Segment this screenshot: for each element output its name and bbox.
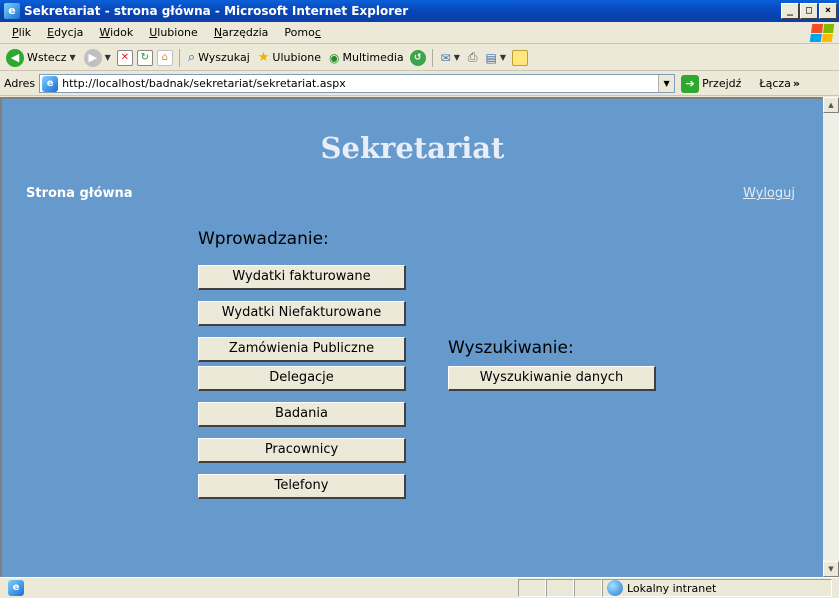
- minimize-button[interactable]: _: [781, 3, 799, 19]
- address-label: Adres: [4, 77, 36, 90]
- search-button[interactable]: ⌕ Wyszukaj: [186, 50, 252, 65]
- employees-button[interactable]: Pracownicy: [198, 438, 406, 463]
- delegations-button[interactable]: Delegacje: [198, 366, 406, 391]
- status-panel: [574, 579, 602, 597]
- address-input[interactable]: e http://localhost/badnak/sekretariat/se…: [39, 74, 676, 93]
- zone-label: Lokalny intranet: [627, 581, 717, 595]
- home-icon[interactable]: ⌂: [156, 49, 173, 66]
- mail-button[interactable]: ✉ ▼: [439, 51, 462, 65]
- print-icon: ⎙: [467, 50, 478, 64]
- go-arrow-icon: ➔: [681, 74, 700, 93]
- status-panel: [518, 579, 546, 597]
- search-label: Wyszukaj: [198, 51, 250, 64]
- links-label: Łącza: [759, 77, 791, 90]
- menu-file[interactable]: Plik: [4, 26, 39, 39]
- mail-dropdown-icon[interactable]: ▼: [454, 53, 460, 62]
- go-button[interactable]: ➔ Przejdź: [681, 74, 742, 93]
- logout-link[interactable]: Wyloguj: [743, 186, 795, 201]
- status-panel: [546, 579, 574, 597]
- maximize-button[interactable]: □: [800, 3, 818, 19]
- address-url[interactable]: http://localhost/badnak/sekretariat/sekr…: [62, 77, 346, 90]
- star-icon: ★: [257, 50, 270, 65]
- stop-icon[interactable]: ✕: [116, 49, 133, 66]
- menu-favorites[interactable]: Ulubione: [141, 26, 206, 39]
- menu-tools[interactable]: Narzędzia: [206, 26, 277, 39]
- search-heading: Wyszukiwanie:: [448, 338, 574, 358]
- expenses-non-invoiced-button[interactable]: Wydatki Niefakturowane: [198, 301, 406, 326]
- menu-help[interactable]: Pomoc: [276, 26, 328, 39]
- page-icon: e: [42, 75, 59, 92]
- intranet-globe-icon: [607, 580, 623, 596]
- address-bar: Adres e http://localhost/badnak/sekretar…: [0, 72, 839, 96]
- edit-dropdown-icon[interactable]: ▼: [500, 53, 506, 62]
- search-icon: ⌕: [187, 50, 196, 65]
- phones-button[interactable]: Telefony: [198, 474, 406, 499]
- favorites-label: Ulubione: [272, 51, 322, 64]
- edit-button[interactable]: ▤ ▼: [483, 51, 508, 65]
- menu-view[interactable]: Widok: [91, 26, 141, 39]
- menu-bar: Plik Edycja Widok Ulubione Narzędzia Pom…: [0, 22, 839, 44]
- back-button[interactable]: ◀ Wstecz ▼: [4, 48, 78, 67]
- back-arrow-icon: ◀: [6, 48, 24, 67]
- go-label: Przejdź: [702, 77, 742, 90]
- mail-icon: ✉: [440, 50, 451, 65]
- research-button[interactable]: Badania: [198, 402, 406, 427]
- messenger-icon[interactable]: [511, 49, 528, 66]
- scroll-up-icon[interactable]: ▲: [823, 97, 839, 113]
- expenses-invoiced-button[interactable]: Wydatki fakturowane: [198, 265, 406, 290]
- windows-logo-icon: [809, 24, 835, 42]
- page-title: Sekretariat: [320, 131, 505, 165]
- print-button[interactable]: ⎙: [466, 50, 480, 65]
- forward-arrow-icon: ▶: [83, 48, 102, 67]
- toolbar: ◀ Wstecz ▼ ▶ ▼ ✕ ↻ ⌂ ⌕ Wyszukaj ★ Ulubio…: [0, 45, 839, 71]
- history-icon[interactable]: ↺: [409, 49, 426, 66]
- media-label: Multimedia: [342, 51, 404, 64]
- back-dropdown-icon[interactable]: ▼: [70, 53, 76, 62]
- back-label: Wstecz: [27, 51, 67, 64]
- media-button[interactable]: ◉ Multimedia: [327, 51, 406, 65]
- home-label: Strona główna: [26, 186, 133, 201]
- media-icon: ◉: [329, 50, 340, 65]
- links-button[interactable]: Łącza »: [759, 77, 800, 90]
- status-text-panel: [28, 579, 518, 597]
- chevron-right-icon: »: [792, 77, 801, 90]
- scroll-down-icon[interactable]: ▼: [823, 561, 839, 577]
- toolbar-separator: [431, 48, 433, 67]
- forward-dropdown-icon[interactable]: ▼: [105, 53, 111, 62]
- toolbar-separator: [178, 48, 180, 67]
- menu-edit[interactable]: Edycja: [39, 26, 91, 39]
- security-zone: Lokalny intranet: [602, 579, 832, 597]
- window-controls: _ □ ×: [781, 3, 837, 19]
- close-button[interactable]: ×: [819, 3, 837, 19]
- favorites-button[interactable]: ★ Ulubione: [256, 50, 323, 65]
- ie-icon: e: [4, 3, 20, 19]
- search-data-button[interactable]: Wyszukiwanie danych: [448, 366, 656, 391]
- status-page-icon: e: [8, 580, 24, 596]
- public-orders-button[interactable]: Zamówienia Publiczne: [198, 337, 406, 362]
- address-dropdown-icon[interactable]: ▼: [658, 75, 675, 92]
- vertical-scrollbar[interactable]: ▲ ▼: [823, 97, 839, 577]
- page-viewport: Sekretariat Strona główna Wyloguj Wprowa…: [0, 97, 823, 577]
- title-bar: e Sekretariat - strona główna - Microsof…: [0, 0, 839, 22]
- status-bar: e Lokalny intranet: [0, 577, 839, 598]
- refresh-icon[interactable]: ↻: [136, 49, 153, 66]
- entry-heading: Wprowadzanie:: [198, 229, 329, 249]
- window-title: Sekretariat - strona główna - Microsoft …: [24, 4, 409, 18]
- forward-button[interactable]: ▶ ▼: [82, 48, 113, 67]
- edit-icon: ▤: [485, 50, 497, 65]
